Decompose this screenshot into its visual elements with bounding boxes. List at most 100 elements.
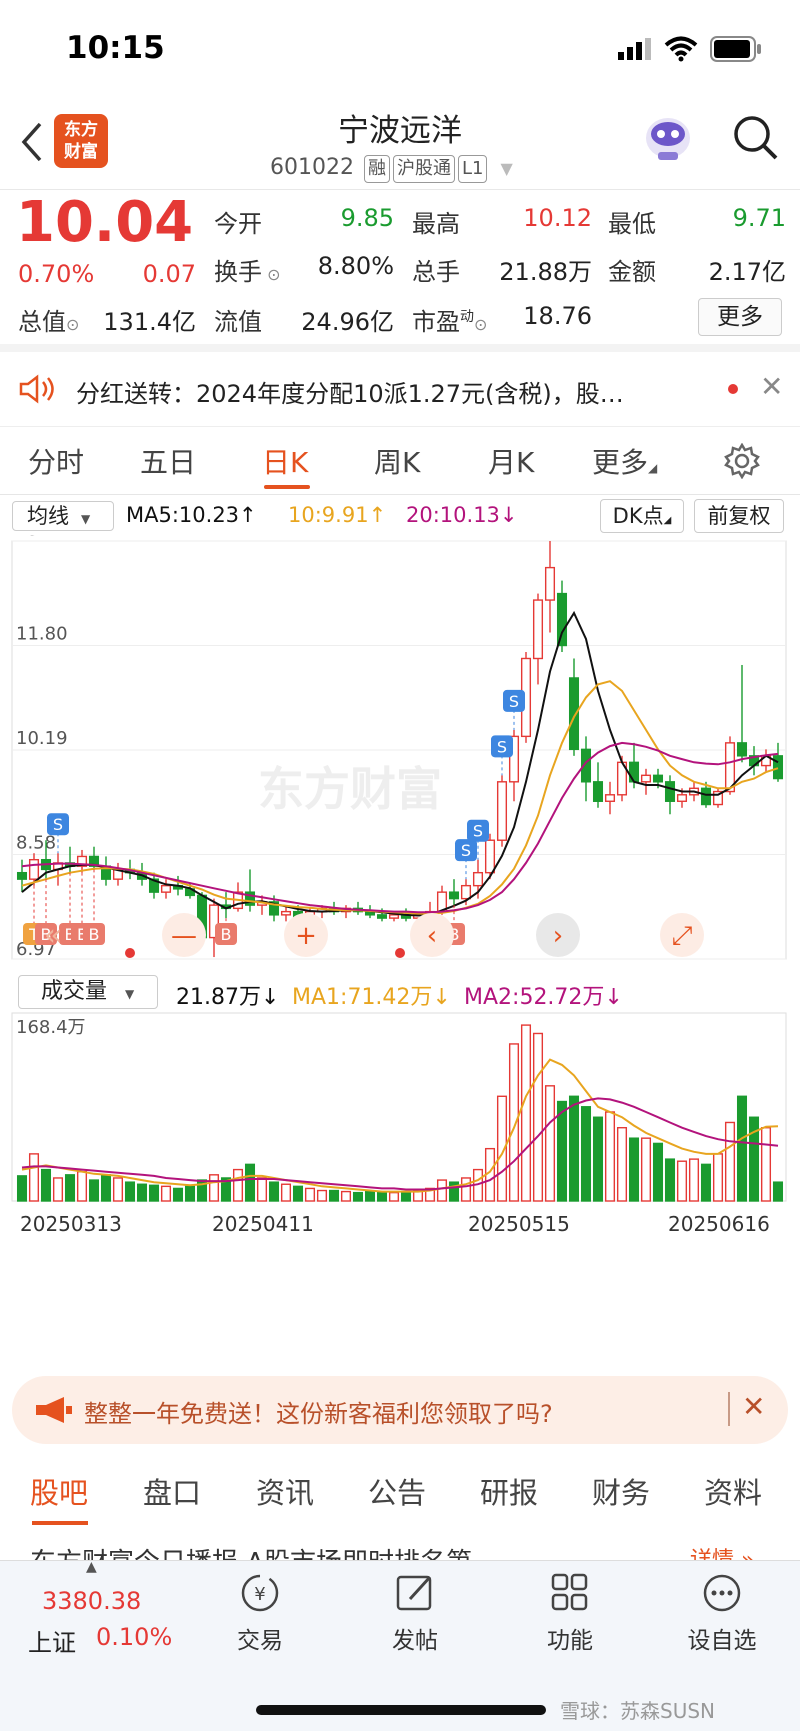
- volume-bar: [616, 1127, 628, 1202]
- expand-button[interactable]: ⤢: [660, 913, 704, 957]
- dock-add-watchlist[interactable]: 设自选: [662, 1571, 782, 1655]
- tab-research[interactable]: 研报: [480, 1470, 538, 1512]
- prev-button[interactable]: ‹: [410, 913, 454, 957]
- adjust-button[interactable]: 前复权: [694, 499, 784, 533]
- zoom-out-button-glyph: —: [171, 921, 197, 951]
- battery-icon: [710, 36, 761, 62]
- dock-post[interactable]: 发帖: [355, 1571, 475, 1655]
- event-dot: [395, 948, 405, 958]
- candle: [64, 846, 76, 873]
- expand-button-glyph: ⤢: [672, 921, 693, 951]
- stock-code-row[interactable]: 601022 融沪股通 L1 ▼: [270, 155, 513, 183]
- amount-value: 2.17亿: [708, 258, 786, 286]
- tab-five-day[interactable]: 五日: [140, 441, 196, 481]
- banner-close-icon[interactable]: ✕: [742, 1390, 765, 1423]
- tab-finance[interactable]: 财务: [592, 1470, 650, 1512]
- volume-bar: [520, 1024, 532, 1202]
- volume-bar: [376, 1191, 388, 1202]
- amount-label: 金额: [608, 258, 656, 286]
- volume-label: 总手: [412, 258, 460, 286]
- quote-panel: 10.04 0.70% 0.07 总值⊙ 131.4亿 今开 9.85 最高 1…: [0, 190, 800, 352]
- volume-bar: [388, 1191, 400, 1202]
- volume-bar: [124, 1181, 136, 1202]
- tab-profile[interactable]: 资料: [704, 1470, 762, 1512]
- volume-bar: [556, 1100, 568, 1202]
- index-name: 上证: [28, 1629, 76, 1657]
- candle: [100, 856, 112, 886]
- tab-panko[interactable]: 盘口: [143, 1470, 201, 1512]
- content-tabs: 股吧 盘口 资讯 公告 研报 财务 资料: [0, 1455, 800, 1535]
- dividend-notice[interactable]: 分红送转：2024年度分配10派1.27元(含税)，股… ✕: [0, 352, 800, 427]
- high-value: 10.12: [523, 204, 592, 232]
- volume-bar: [604, 1111, 616, 1202]
- tab-intraday[interactable]: 分时: [28, 441, 84, 481]
- candle-body: [460, 884, 472, 900]
- candle-body: [772, 755, 784, 780]
- settings-gear-icon[interactable]: [724, 443, 760, 479]
- kline-chart[interactable]: 13.4111.8010.198.586.97东方财富STBBEBBSSSSB«…: [0, 535, 800, 975]
- tab-more[interactable]: 更多◢: [592, 441, 657, 481]
- tab-announcements[interactable]: 公告: [368, 1470, 426, 1512]
- next-button[interactable]: ›: [536, 913, 580, 957]
- volume-chart[interactable]: 168.4万 20250313 20250411 20250515 20250616: [0, 1011, 800, 1243]
- volume-bar: [652, 1142, 664, 1202]
- promo-banner[interactable]: 整整一年免费送！这份新客福利您领取了吗? ✕: [12, 1376, 788, 1444]
- volume-bar: [436, 1179, 448, 1202]
- tab-weekly-k[interactable]: 周K: [374, 441, 420, 481]
- candle-body: [592, 781, 604, 802]
- candle-body: [16, 871, 28, 880]
- speaker-icon: [19, 374, 54, 404]
- volume-bar: [304, 1187, 316, 1202]
- feed-row-text: 东方财富今日播报 A股市场即时排名第: [30, 1542, 472, 1560]
- more-button[interactable]: 更多: [698, 298, 782, 336]
- volume-bar: [400, 1190, 412, 1202]
- candle: [772, 742, 784, 782]
- volume-bar: [676, 1160, 688, 1202]
- volume-bar: [16, 1175, 28, 1202]
- candle: [580, 736, 592, 802]
- megaphone-icon: [36, 1397, 72, 1423]
- signal-label: S: [473, 822, 483, 841]
- unread-dot: [728, 384, 738, 394]
- candle: [592, 762, 604, 808]
- y-tick-label: 8.58: [16, 833, 56, 854]
- dock-trade[interactable]: ¥ 交易: [200, 1571, 320, 1655]
- index-value: 3380.38: [42, 1587, 142, 1615]
- candle: [532, 593, 544, 685]
- close-icon[interactable]: ✕: [760, 370, 783, 403]
- volume-bar: [76, 1170, 88, 1202]
- dk-point-button[interactable]: DK点◢: [600, 499, 684, 533]
- candle-body: [160, 884, 172, 893]
- candle: [568, 658, 580, 756]
- watermark: 东方财富: [258, 762, 442, 816]
- expand-caret-icon[interactable]: ▲: [86, 1559, 97, 1575]
- change-percent: 0.70%: [18, 260, 95, 288]
- candle-body: [388, 914, 400, 919]
- candle-body: [700, 787, 712, 806]
- ma20-legend: 20:10.13↓: [406, 503, 518, 527]
- event-dot: [125, 948, 135, 958]
- tab-monthly-k[interactable]: 月K: [488, 441, 534, 481]
- volume-bar: [136, 1183, 148, 1202]
- zoom-in-button[interactable]: +: [284, 913, 328, 957]
- status-time: 10:15: [66, 30, 165, 66]
- candle: [760, 749, 772, 773]
- tab-guba[interactable]: 股吧: [30, 1470, 88, 1512]
- zoom-out-button[interactable]: —: [162, 913, 206, 957]
- status-bar: 10:15: [0, 0, 800, 100]
- search-icon[interactable]: [732, 114, 780, 162]
- indicator-select[interactable]: 均线 ▼: [12, 501, 114, 531]
- volume-bar: [52, 1177, 64, 1202]
- robot-assistant-icon[interactable]: [640, 108, 696, 164]
- volume-ma1: MA1:71.42万↓: [292, 985, 451, 1010]
- candle: [736, 664, 748, 763]
- signal-label: B: [89, 925, 100, 944]
- dock-functions[interactable]: 功能: [510, 1571, 630, 1655]
- tab-news[interactable]: 资讯: [256, 1470, 314, 1512]
- next-button-glyph: ›: [553, 921, 563, 951]
- candle-body: [472, 871, 484, 887]
- tab-daily-k[interactable]: 日K: [262, 441, 308, 481]
- ma5-legend: MA5:10.23↑: [126, 503, 257, 527]
- volume-indicator-select[interactable]: 成交量 ▼: [18, 975, 158, 1009]
- candle-body: [676, 794, 688, 802]
